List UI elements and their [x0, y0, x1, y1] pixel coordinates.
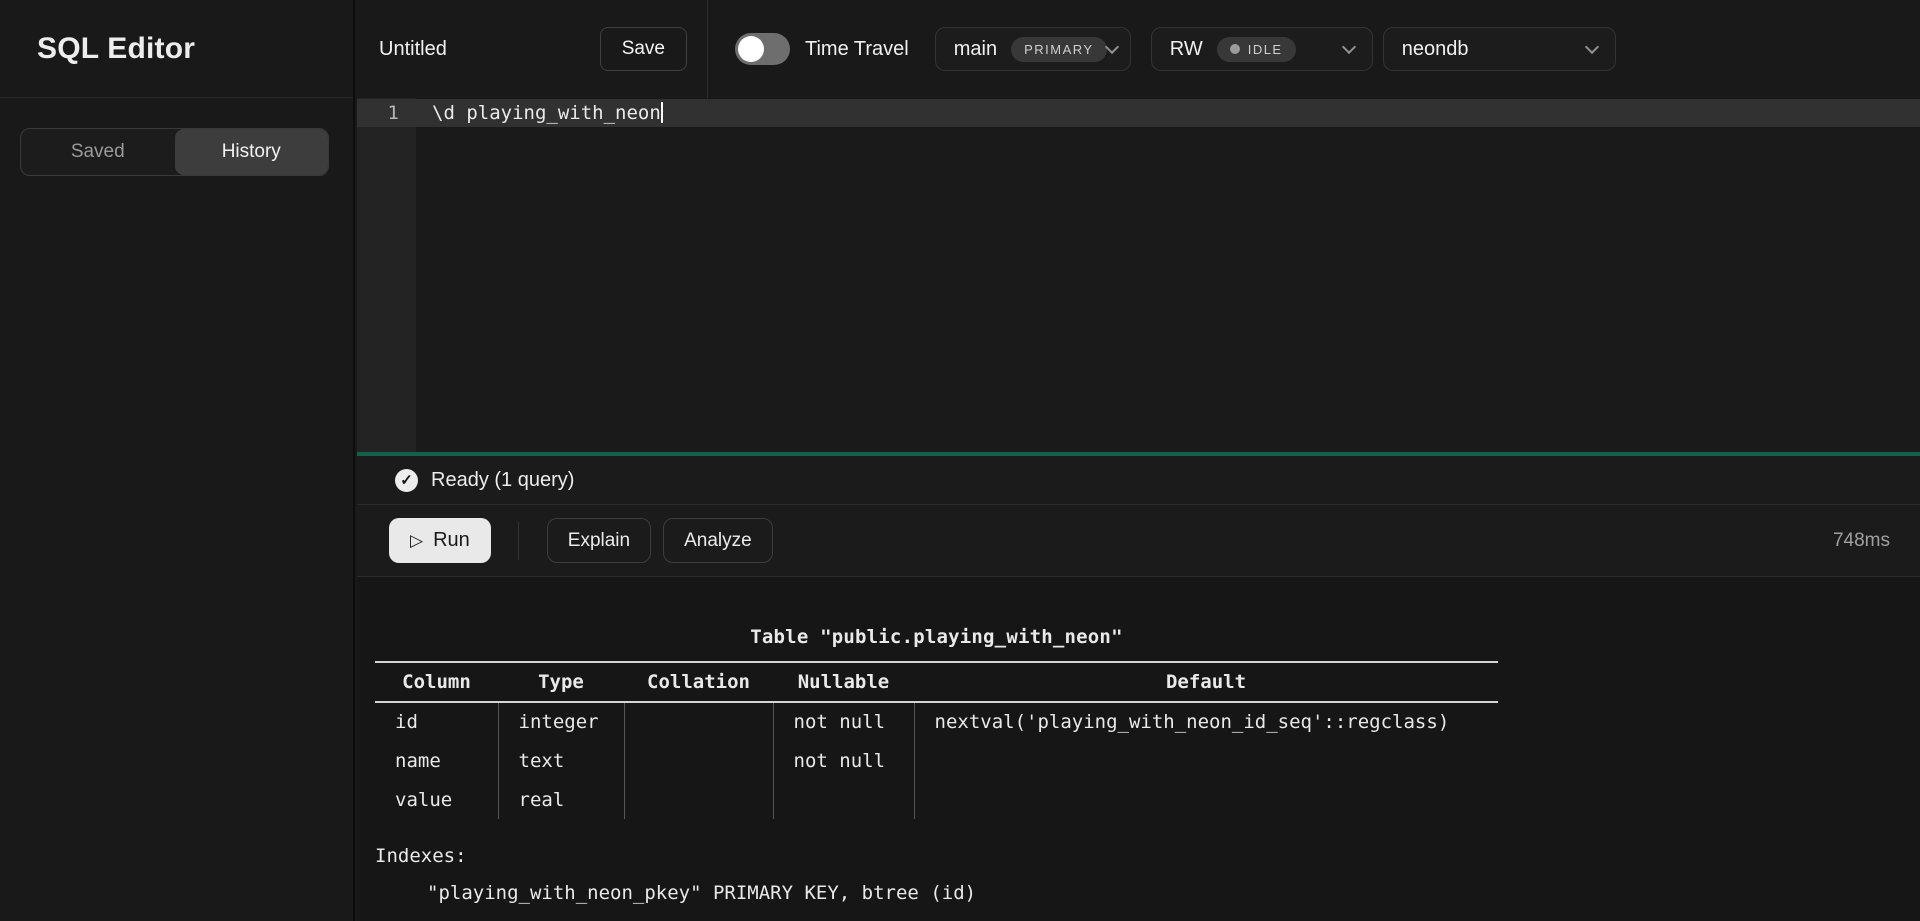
sidebar-header: SQL Editor: [0, 0, 353, 98]
table-cell: [773, 780, 914, 819]
chevron-down-icon: [1342, 39, 1356, 53]
analyze-button[interactable]: Analyze: [663, 518, 773, 563]
index-entry: "playing_with_neon_pkey" PRIMARY KEY, bt…: [375, 875, 1920, 912]
table-cell: real: [498, 780, 624, 819]
code-text: \d playing_with_neon: [432, 102, 663, 124]
result-column-header: Column: [375, 662, 498, 702]
editor-top-bar: Untitled Save Time Travel main PRIMARY R…: [357, 0, 1920, 98]
result-table-head: ColumnTypeCollationNullableDefault: [375, 662, 1498, 702]
result-column-header: Type: [498, 662, 624, 702]
branch-name: main: [954, 38, 997, 61]
table-cell: [914, 780, 1498, 819]
explain-button[interactable]: Explain: [547, 518, 651, 563]
top-bar-left: Untitled Save: [357, 0, 707, 98]
table-cell: [624, 702, 773, 741]
chevron-down-icon: [1585, 39, 1599, 53]
result-column-header: Nullable: [773, 662, 914, 702]
code-editor[interactable]: 1 \d playing_with_neon: [357, 98, 1920, 452]
top-bar-right: Time Travel main PRIMARY RW IDLE neondb: [708, 0, 1920, 98]
table-cell: name: [375, 741, 498, 780]
table-row: valuereal: [375, 780, 1498, 819]
indexes-section: Indexes: "playing_with_neon_pkey" PRIMAR…: [375, 838, 1920, 912]
table-cell: value: [375, 780, 498, 819]
chevron-down-icon: [1105, 39, 1119, 53]
result-table-container: Table "public.playing_with_neon" ColumnT…: [375, 626, 1498, 819]
play-icon: ▷: [410, 532, 423, 549]
query-duration-label: 748ms: [1833, 530, 1890, 552]
table-cell: not null: [773, 702, 914, 741]
table-cell: [624, 741, 773, 780]
result-table: ColumnTypeCollationNullableDefault idint…: [375, 661, 1498, 819]
table-cell: id: [375, 702, 498, 741]
idle-badge-label: IDLE: [1248, 42, 1283, 57]
results-panel: Table "public.playing_with_neon" ColumnT…: [357, 577, 1920, 921]
table-row: nametext not null: [375, 741, 1498, 780]
text-cursor: [661, 102, 663, 123]
branch-select[interactable]: main PRIMARY: [935, 27, 1131, 71]
line-number: 1: [357, 102, 416, 124]
toolbar-divider: [518, 522, 519, 560]
idle-badge: IDLE: [1217, 37, 1296, 62]
table-cell: integer: [498, 702, 624, 741]
time-travel-toggle[interactable]: [735, 33, 790, 65]
table-cell: [914, 741, 1498, 780]
table-cell: [624, 780, 773, 819]
main-panel: Untitled Save Time Travel main PRIMARY R…: [357, 0, 1920, 921]
result-table-title: Table "public.playing_with_neon": [375, 626, 1498, 648]
save-button[interactable]: Save: [600, 27, 687, 71]
result-table-body: idinteger not nullnextval('playing_with_n…: [375, 702, 1498, 819]
page-title: SQL Editor: [37, 32, 195, 66]
query-title: Untitled: [379, 38, 447, 61]
primary-badge: PRIMARY: [1011, 37, 1107, 62]
table-row: idinteger not nullnextval('playing_with_n…: [375, 702, 1498, 741]
tab-saved[interactable]: Saved: [21, 129, 175, 175]
database-select[interactable]: neondb: [1383, 27, 1616, 71]
compute-name: RW: [1170, 38, 1203, 61]
saved-history-tab-group: Saved History: [20, 128, 329, 176]
time-travel-label: Time Travel: [805, 38, 909, 61]
code-line[interactable]: 1 \d playing_with_neon: [357, 99, 1920, 127]
run-button-label: Run: [433, 529, 470, 552]
query-toolbar: ▷ Run Explain Analyze 748ms: [357, 505, 1920, 577]
table-cell: nextval('playing_with_neon_id_seq'::regc…: [914, 702, 1498, 741]
status-bar: ✓ Ready (1 query): [357, 456, 1920, 505]
tab-history[interactable]: History: [175, 129, 329, 175]
status-text: Ready (1 query): [431, 469, 574, 492]
table-cell: text: [498, 741, 624, 780]
check-circle-icon: ✓: [395, 469, 418, 492]
run-button[interactable]: ▷ Run: [389, 518, 491, 563]
result-column-header: Default: [914, 662, 1498, 702]
table-cell: not null: [773, 741, 914, 780]
sidebar: SQL Editor Saved History: [0, 0, 355, 921]
toggle-knob: [738, 36, 764, 62]
result-column-header: Collation: [624, 662, 773, 702]
line-number-gutter: [357, 98, 416, 452]
compute-select[interactable]: RW IDLE: [1151, 27, 1373, 71]
indexes-label: Indexes:: [375, 838, 1920, 875]
database-name: neondb: [1402, 38, 1469, 61]
status-dot-icon: [1230, 44, 1240, 54]
